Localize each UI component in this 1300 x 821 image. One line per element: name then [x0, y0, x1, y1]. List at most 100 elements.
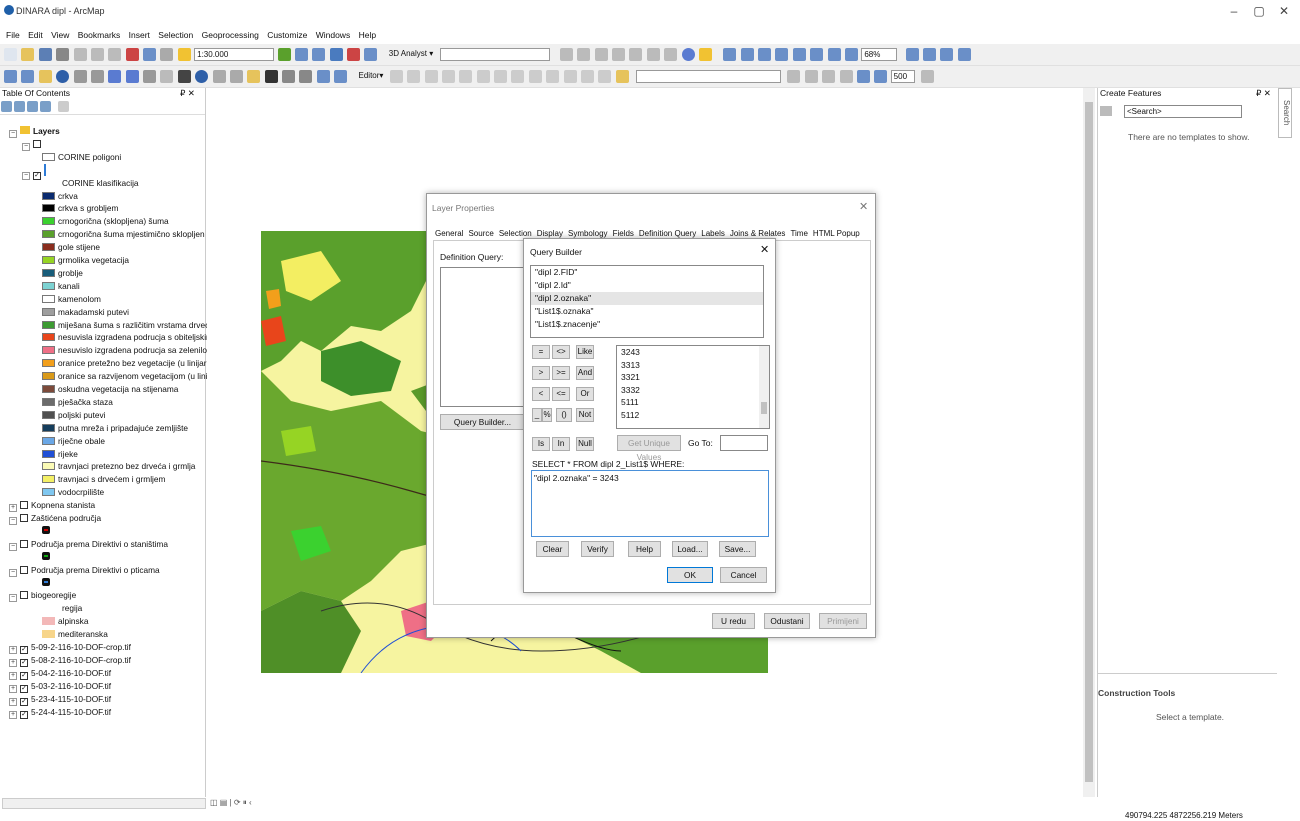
layer-group-item[interactable]: − Zaštićena područja — [0, 512, 101, 525]
layer-checkbox[interactable] — [20, 514, 28, 522]
expand-icon[interactable]: − — [22, 142, 30, 151]
layer-group[interactable]: − — [0, 138, 44, 151]
route-icon[interactable] — [282, 70, 295, 83]
layer-checkbox[interactable] — [20, 591, 28, 600]
menu-geoprocessing[interactable]: Geoprocessing — [202, 30, 259, 40]
field-item[interactable]: "dipl 2.FID" — [531, 266, 763, 279]
toc-horizontal-scrollbar[interactable] — [2, 798, 206, 809]
time-slider-icon[interactable] — [316, 70, 330, 83]
tool-icon[interactable] — [664, 48, 678, 61]
field-item[interactable]: "List1$.oznaka" — [531, 305, 763, 318]
operator-button[interactable]: () — [556, 408, 572, 422]
layer-group-item[interactable]: − Područja prema Direktivi o pticama — [0, 564, 160, 577]
raster-layer[interactable]: + ✓ 5-08-2-116-10-DOF-crop.tif — [0, 654, 131, 667]
3d-tool-icon[interactable] — [874, 70, 888, 83]
tool-icon[interactable] — [577, 48, 591, 61]
expand-icon[interactable]: − — [9, 130, 17, 138]
query-builder-close-icon[interactable]: ✕ — [760, 243, 769, 256]
operator-button[interactable]: Not — [576, 408, 594, 422]
layer-checkbox[interactable]: ✓ — [20, 697, 28, 706]
menu-insert[interactable]: Insert — [129, 30, 150, 40]
3d-tool-icon[interactable] — [839, 70, 853, 83]
layout-icon[interactable] — [940, 48, 954, 61]
tab-display[interactable]: Display — [537, 229, 563, 238]
scroll-thumb[interactable] — [761, 402, 767, 414]
expand-icon[interactable]: − — [9, 542, 17, 551]
edit-tool-icon[interactable] — [407, 70, 421, 83]
zoom-in-icon[interactable] — [4, 70, 17, 83]
hyperlink-icon[interactable] — [212, 70, 226, 83]
3d-tool-icon[interactable] — [804, 70, 818, 83]
html-popup-icon[interactable] — [229, 70, 243, 83]
find-icon[interactable] — [264, 70, 278, 83]
goto-input[interactable] — [720, 435, 768, 451]
tool-icon[interactable] — [559, 48, 573, 61]
layer-corine-klasifikacija-toggle[interactable]: − ✓ — [0, 163, 46, 180]
operator-button[interactable]: % — [542, 408, 552, 422]
qb-ok-button[interactable]: OK — [667, 567, 713, 583]
qb-cancel-button[interactable]: Cancel — [720, 567, 767, 583]
operator-button[interactable]: >= — [552, 366, 570, 380]
tab-fields[interactable]: Fields — [613, 229, 634, 238]
goto-xy-icon[interactable] — [299, 70, 313, 83]
raster-layer[interactable]: + ✓ 5-24-4-115-10-DOF.tif — [0, 706, 111, 719]
layer-checkbox[interactable] — [33, 139, 41, 148]
edit-tool-icon[interactable] — [528, 70, 542, 83]
operator-button[interactable]: > — [532, 366, 550, 380]
tab-source[interactable]: Source — [468, 229, 493, 238]
value-item[interactable]: 3313 — [617, 359, 769, 372]
open-icon[interactable] — [21, 48, 35, 61]
apply-button[interactable]: Primijeni — [819, 613, 867, 629]
raster-layer[interactable]: + ✓ 5-23-4-115-10-DOF.tif — [0, 693, 111, 706]
tab-general[interactable]: General — [435, 229, 463, 238]
search-side-tab[interactable]: Search — [1278, 88, 1292, 138]
layer-group-item[interactable]: − Područja prema Direktivi o staništima — [0, 538, 168, 551]
template-search-input[interactable]: <Search> — [1124, 105, 1242, 118]
edit-tool-icon[interactable] — [580, 70, 594, 83]
layout-icon[interactable] — [905, 48, 919, 61]
tab-labels[interactable]: Labels — [701, 229, 725, 238]
copy-icon[interactable] — [90, 48, 104, 61]
measure-icon[interactable] — [247, 70, 261, 83]
options-icon[interactable] — [58, 101, 69, 112]
minimize-button[interactable]: – — [1224, 4, 1244, 18]
layer-checkbox[interactable]: ✓ — [20, 684, 28, 693]
paste-icon[interactable] — [108, 48, 122, 61]
tab-html-popup[interactable]: HTML Popup — [813, 229, 860, 238]
scroll-thumb[interactable] — [1085, 102, 1093, 782]
close-button[interactable]: ✕ — [1274, 4, 1294, 18]
expand-icon[interactable]: + — [9, 697, 17, 706]
value-item[interactable]: 5112 — [617, 409, 769, 422]
operator-button[interactable]: Null — [576, 437, 594, 451]
edit-tool-icon[interactable] — [389, 70, 403, 83]
layer-checkbox[interactable]: ✓ — [20, 646, 28, 654]
full-extent-icon[interactable] — [56, 70, 70, 83]
edit-tool-icon[interactable] — [511, 70, 525, 83]
table-icon[interactable] — [294, 48, 308, 61]
verify-button[interactable]: Verify — [581, 541, 614, 557]
layer-corine-poligoni[interactable]: CORINE poligoni — [0, 151, 121, 163]
get-unique-values-button[interactable]: Get Unique Values — [617, 435, 681, 462]
3d-tool-icon[interactable] — [787, 70, 801, 83]
tab-selection[interactable]: Selection — [499, 229, 532, 238]
layout-icon[interactable] — [844, 48, 858, 61]
redo-icon[interactable] — [160, 48, 174, 61]
value-item[interactable]: 3321 — [617, 371, 769, 384]
map-vertical-scrollbar[interactable] — [1083, 88, 1095, 797]
layout-icon[interactable] — [775, 48, 789, 61]
raster-layer[interactable]: + ✓ 5-09-2-116-10-DOF-crop.tif — [0, 641, 131, 654]
expand-icon[interactable]: + — [9, 646, 17, 654]
operator-button[interactable]: _ — [532, 408, 542, 422]
viewer-icon[interactable] — [334, 70, 348, 83]
edit-tool-icon[interactable] — [441, 70, 455, 83]
value-item[interactable]: 5111 — [617, 396, 769, 409]
3d-layer-select[interactable] — [439, 48, 550, 61]
clear-button[interactable]: Clear — [536, 541, 569, 557]
new-icon[interactable] — [4, 48, 17, 61]
edit-tool-icon[interactable] — [615, 70, 629, 83]
cut-icon[interactable] — [73, 48, 87, 61]
layer-checkbox[interactable]: ✓ — [20, 710, 28, 719]
fields-list[interactable]: "dipl 2.FID" "dipl 2.Id" "dipl 2.oznaka" "L… — [530, 265, 764, 338]
expand-icon[interactable]: + — [9, 504, 17, 513]
operator-button[interactable]: In — [552, 437, 570, 451]
